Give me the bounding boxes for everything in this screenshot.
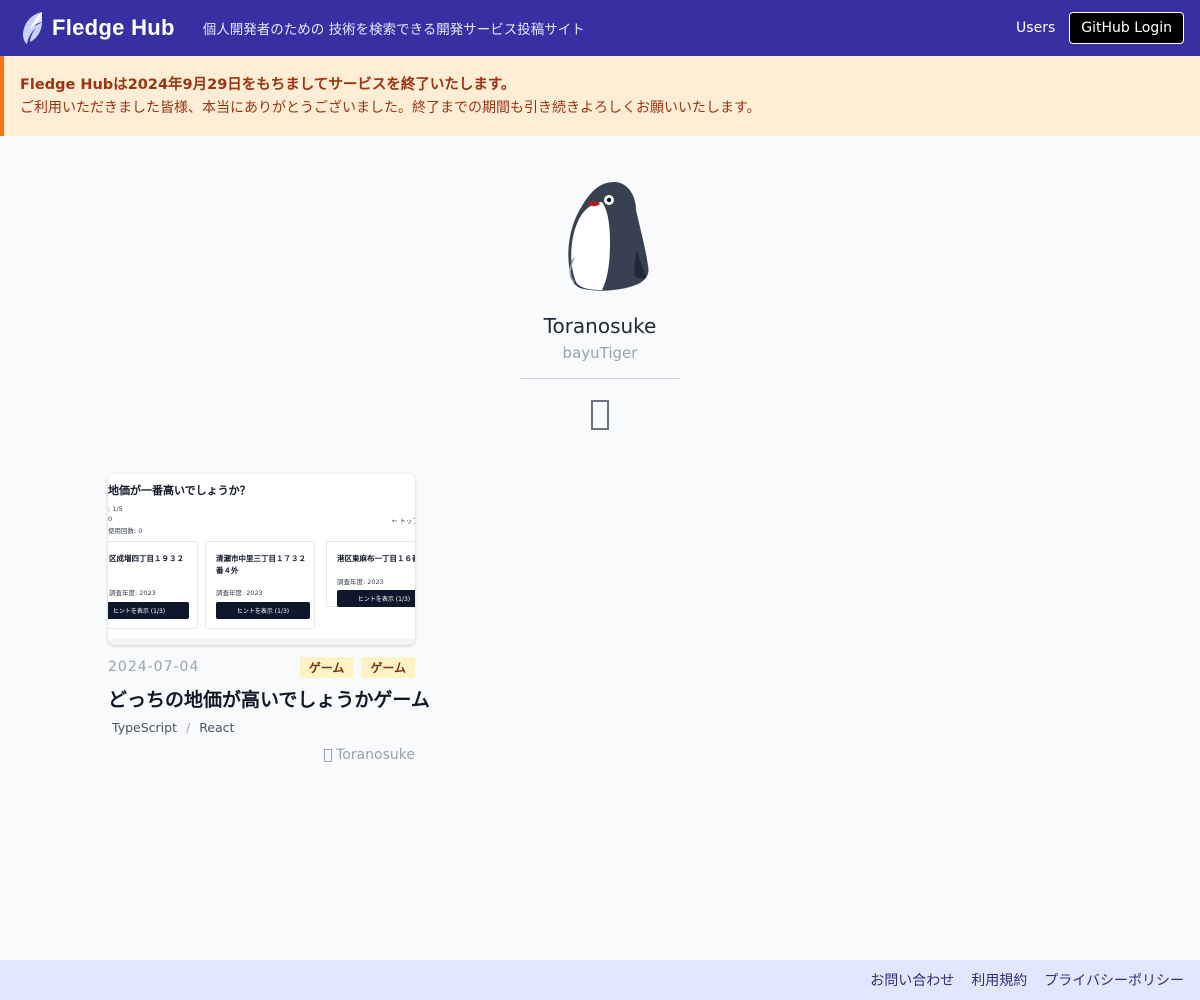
- thumbnail-card: 港区東麻布一丁目１６番 調査年度: 2023 ヒントを表示 (1/3): [326, 541, 415, 607]
- site-header: Fledge Hub 個人開発者のための 技術を検索できる開発サービス投稿サイト…: [0, 0, 1200, 56]
- display-name: Toranosuke: [543, 314, 657, 338]
- github-profile-link[interactable]: [584, 399, 616, 431]
- post-title[interactable]: どっちの地価が高いでしょうかゲーム: [108, 685, 430, 712]
- thumbnail-usage: 使用回数: 0: [108, 527, 143, 535]
- post-thumbnail: 地価が一番高いでしょうか？ : 1/5 0 使用回数: 0 ← トップ 区成増四…: [108, 474, 415, 645]
- service-end-notice: Fledge Hubは2024年9月29日をもちましてサービスを終了いたします。…: [0, 56, 1200, 136]
- thumbnail-hint-button: ヒントを表示 (1/3): [216, 602, 310, 619]
- thumbnail-year: 調査年度: 2023: [109, 589, 156, 597]
- tag-badge[interactable]: ゲーム: [299, 656, 354, 678]
- thumbnail-card: 区成増四丁目１９３２ 調査年度: 2023 ヒントを表示 (1/3): [108, 541, 198, 629]
- tag-badge[interactable]: ゲーム: [361, 656, 415, 678]
- thumbnail-heading: 地価が一番高いでしょうか？: [108, 484, 251, 497]
- avatar: [568, 182, 649, 291]
- post-tech-stack: TypeScript / React: [108, 720, 415, 735]
- thumbnail-back-link: ← トップ: [392, 517, 415, 525]
- thumbnail-footer-strip: [108, 639, 415, 645]
- thumbnail-year: 調査年度: 2023: [337, 578, 384, 586]
- author-name: Toranosuke: [336, 747, 415, 763]
- thumbnail-address: 清瀬市中里三丁目１７３２番４外: [216, 554, 306, 575]
- post-meta: 2024-07-04 ゲーム ゲーム: [108, 656, 415, 678]
- post-author[interactable]: Toranosuke: [108, 747, 415, 763]
- notice-body: ご利用いただきました皆様、本当にありがとうございました。終了までの期間も引き続き…: [20, 100, 761, 116]
- site-logo[interactable]: Fledge Hub: [20, 10, 175, 46]
- feather-logo-icon: [23, 12, 42, 44]
- users-link[interactable]: Users: [1016, 20, 1055, 36]
- thumbnail-round: : 1/5: [108, 505, 123, 513]
- thumbnail-hint-button: ヒントを表示 (1/3): [108, 602, 189, 619]
- tech-item[interactable]: React: [199, 720, 234, 735]
- header-nav: Users GitHub Login: [1016, 12, 1184, 44]
- user-icon: [324, 748, 333, 762]
- github-icon: [591, 400, 609, 430]
- tech-separator: /: [185, 720, 191, 735]
- privacy-policy-link[interactable]: プライバシーポリシー: [1044, 970, 1184, 990]
- post-date: 2024-07-04: [108, 659, 200, 675]
- thumbnail-card: 清瀬市中里三丁目１７３２番４外 調査年度: 2023 ヒントを表示 (1/3): [205, 541, 315, 629]
- thumbnail-hint-button: ヒントを表示 (1/3): [337, 590, 415, 607]
- thumbnail-address: 港区東麻布一丁目１６番: [337, 554, 415, 563]
- site-footer: お問い合わせ 利用規約 プライバシーポリシー: [0, 960, 1200, 1000]
- contact-link[interactable]: お問い合わせ: [870, 970, 954, 990]
- notice-title: Fledge Hubは2024年9月29日をもちましてサービスを終了いたします。: [20, 77, 516, 93]
- thumbnail-year: 調査年度: 2023: [216, 589, 263, 597]
- thumbnail-address: 区成増四丁目１９３２: [109, 554, 184, 563]
- post-tags: ゲーム ゲーム: [299, 656, 415, 678]
- logo-text: Fledge Hub: [52, 15, 175, 40]
- user-profile: Toranosuke bayuTiger: [0, 170, 1200, 431]
- github-login-button[interactable]: GitHub Login: [1069, 12, 1184, 44]
- username: bayuTiger: [562, 344, 638, 362]
- tech-item[interactable]: TypeScript: [112, 720, 177, 735]
- thumbnail-score: 0: [108, 515, 113, 523]
- site-tagline: 個人開発者のための 技術を検索できる開発サービス投稿サイト: [202, 22, 585, 38]
- profile-divider: [520, 378, 680, 379]
- terms-link[interactable]: 利用規約: [971, 970, 1027, 990]
- post-card[interactable]: 地価が一番高いでしょうか？ : 1/5 0 使用回数: 0 ← トップ 区成増四…: [108, 474, 430, 763]
